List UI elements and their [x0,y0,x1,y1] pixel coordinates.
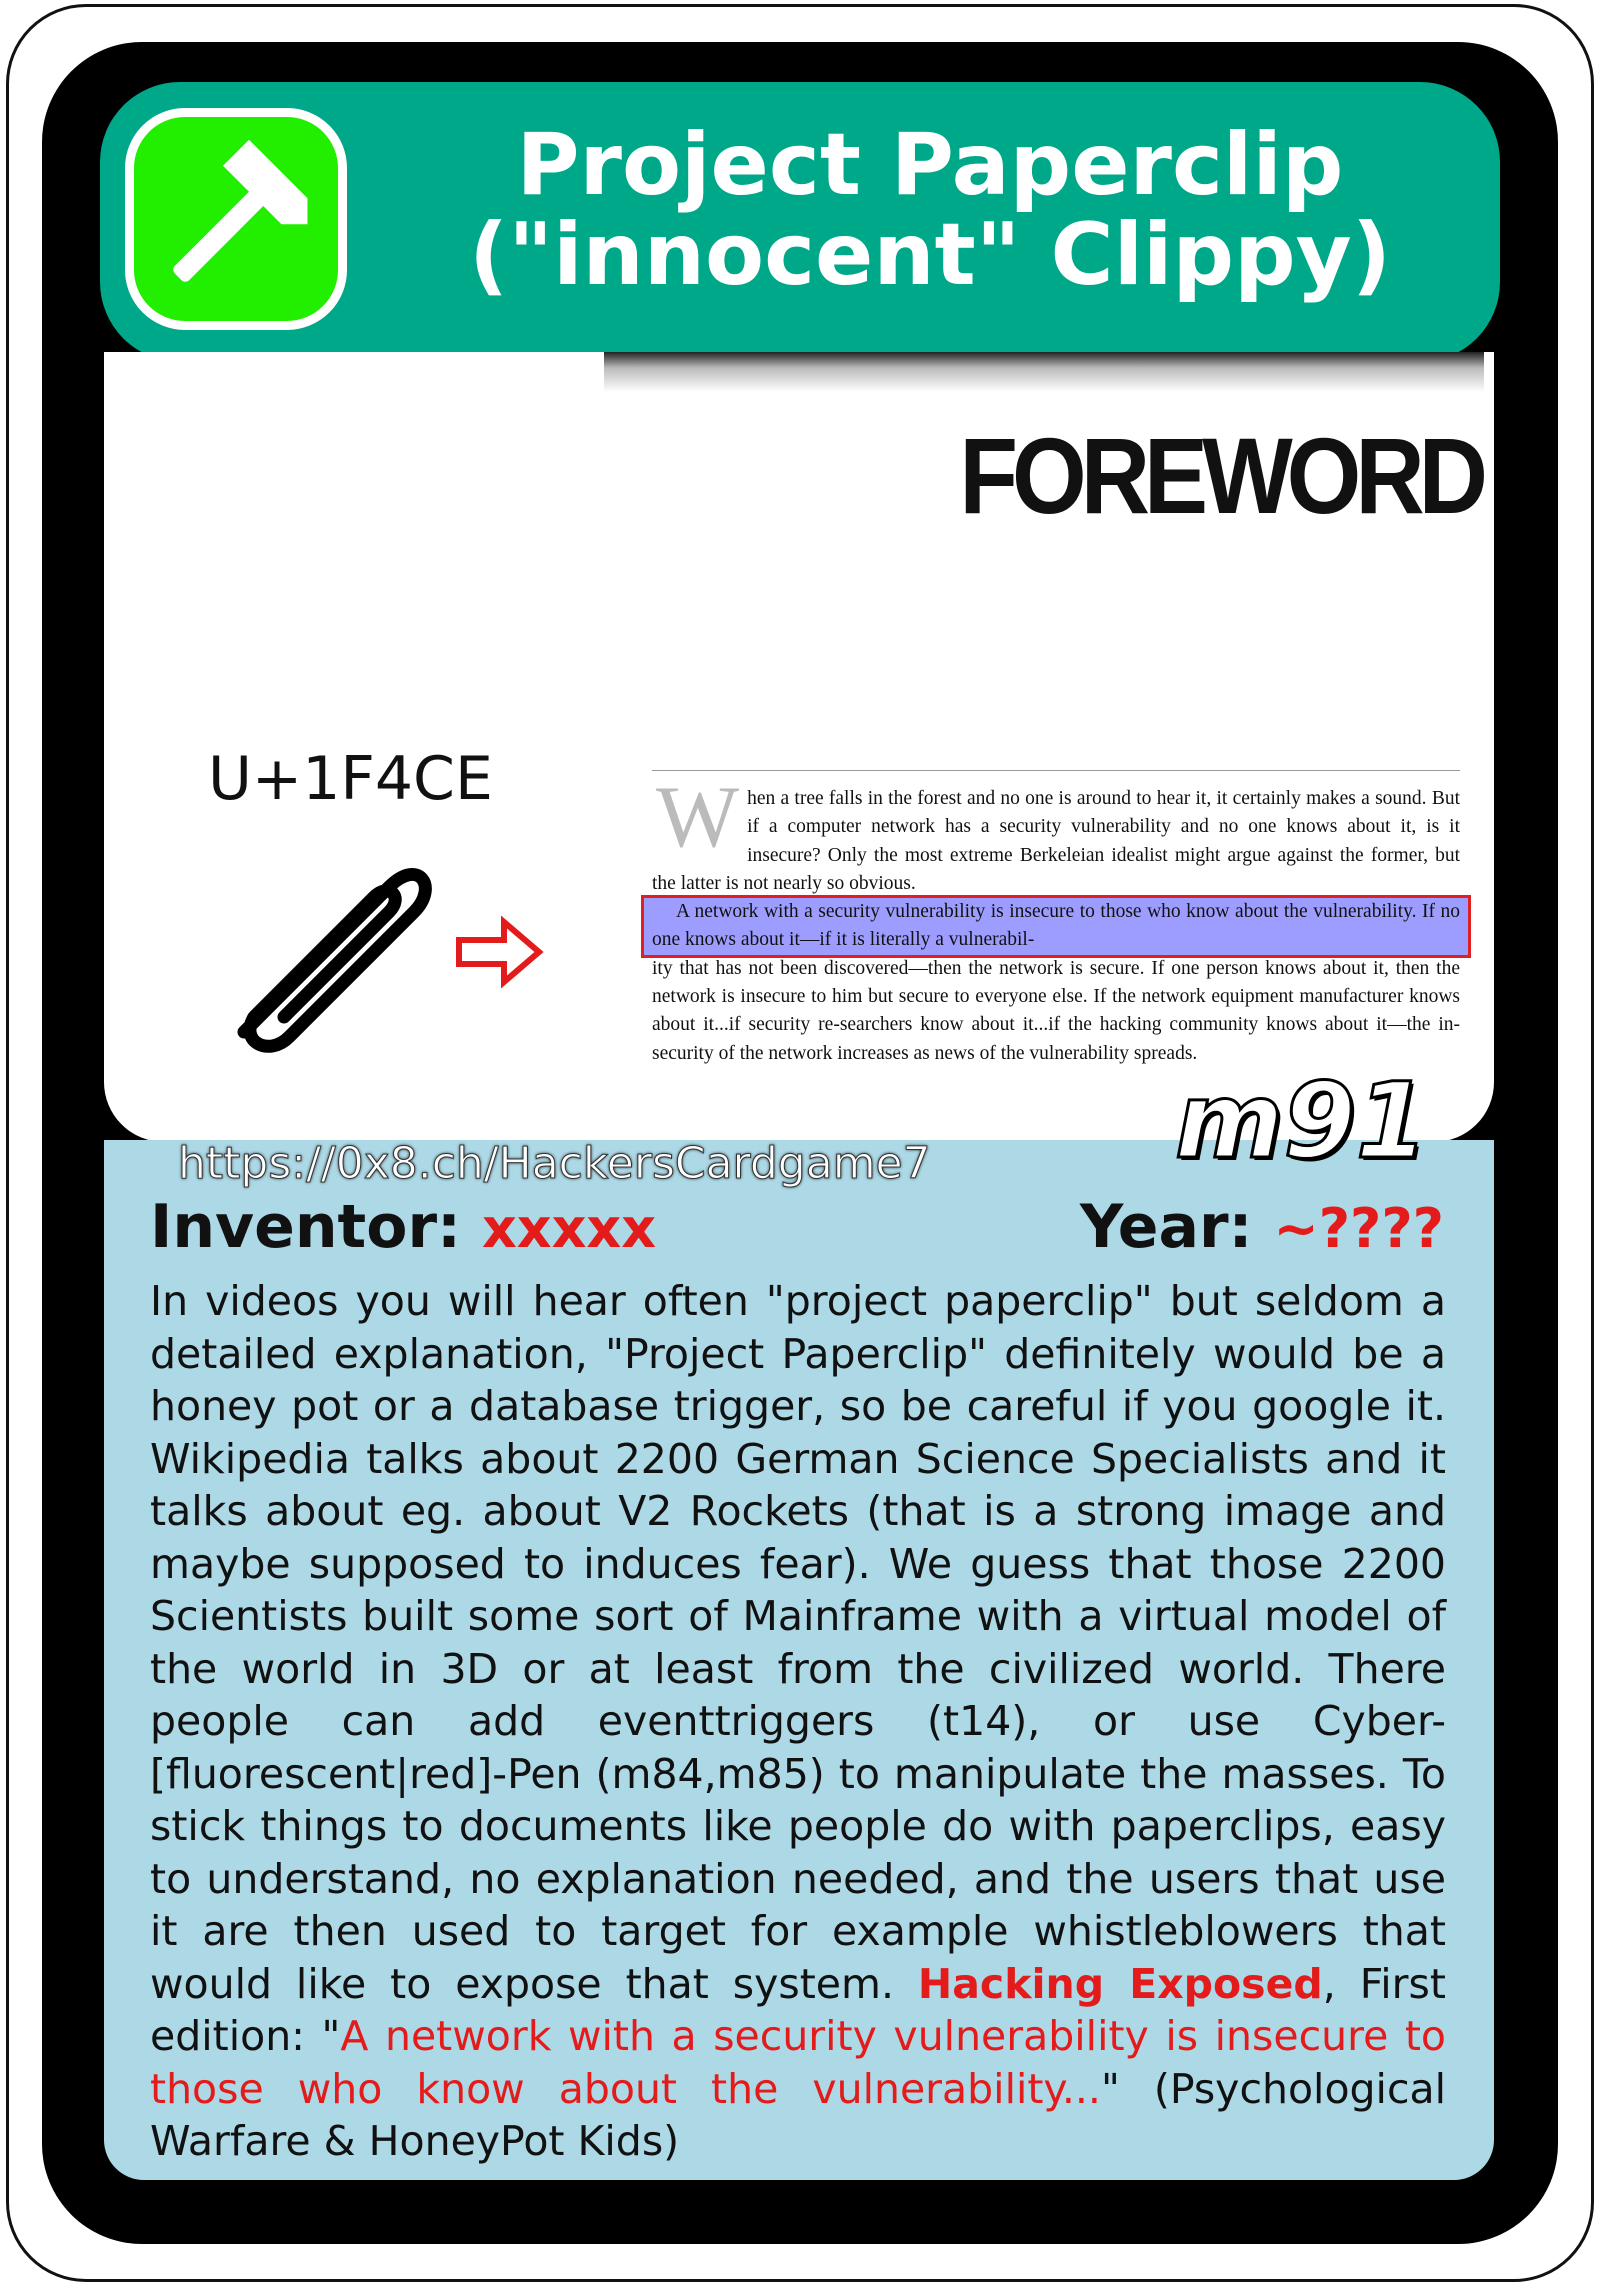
red-arrow-icon [456,915,544,989]
paperclip-icon [237,868,432,1053]
book-rule [652,770,1460,785]
card-title: Project Paperclip ("innocent" Clippy) [380,120,1480,300]
title-line-1: Project Paperclip [516,115,1344,215]
year-value: ~???? [1273,1197,1444,1260]
card-description: In videos you will hear often "project p… [150,1275,1446,2168]
unicode-label: U+1F4CE [208,744,493,814]
title-line-2: ("innocent" Clippy) [468,205,1392,305]
card-id: m91 [1173,1059,1429,1184]
year-label: Year: [1079,1192,1253,1262]
inventor-row: Inventor: xxxxx [150,1192,656,1262]
inventor-label: Inventor: [150,1192,462,1262]
description-text: In videos you will hear often "project p… [150,1277,1446,2008]
drop-cap: W [656,769,740,866]
inventor-value: xxxxx [481,1197,657,1260]
book-paragraph-2: ity that has not been discovered—then th… [652,957,1460,1064]
foreword-heading: FOREWORD [959,416,1488,537]
highlighted-passage: A network with a security vulnerability … [641,895,1471,958]
hammer-icon [125,108,347,330]
book-paragraph-1: hen a tree falls in the forest and no on… [652,788,1460,894]
torn-edge [604,352,1484,392]
card-url-link[interactable]: https://0x8.ch/HackersCardgame7 [178,1138,932,1190]
book-title: Hacking Exposed [917,1959,1323,2008]
illustration-panel: FOREWORD U+1F4CE When a tree falls in th… [104,352,1494,1142]
year-row: Year: ~???? [1080,1192,1444,1262]
book-excerpt: When a tree falls in the forest and no o… [641,769,1471,1068]
